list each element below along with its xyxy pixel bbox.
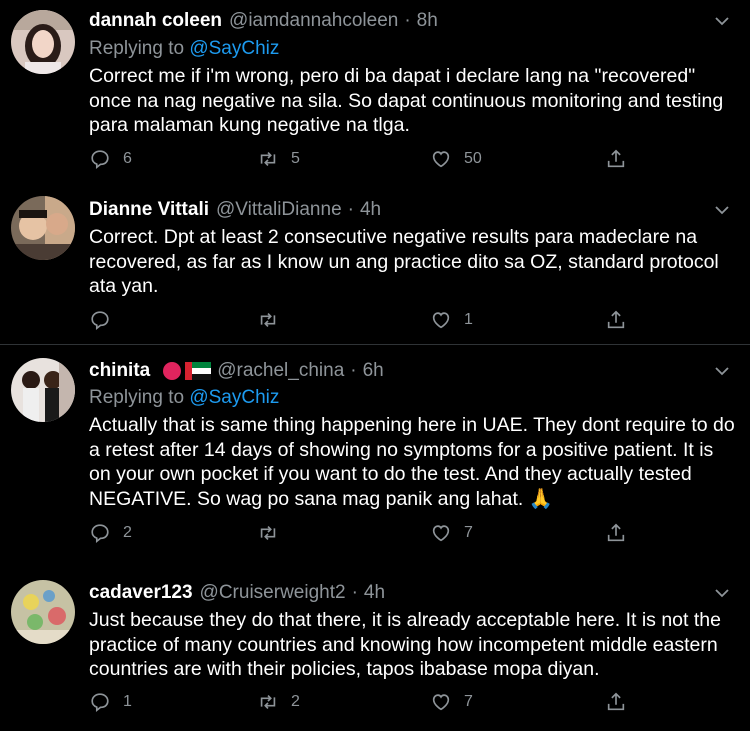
like-count: 7 <box>464 524 473 541</box>
retweet-count: 2 <box>291 693 300 710</box>
like-button[interactable]: 7 <box>430 522 473 544</box>
reply-button[interactable]: 2 <box>89 522 132 544</box>
share-button[interactable] <box>605 309 627 331</box>
retweet-icon <box>260 312 276 328</box>
like-count: 1 <box>464 311 473 328</box>
tweet-text: Correct. Dpt at least 2 consecutive nega… <box>89 226 719 297</box>
heart-icon <box>432 312 450 329</box>
reply-icon <box>91 311 109 330</box>
avatar-image <box>11 358 75 422</box>
author-handle[interactable]: @Cruiserweight2 <box>200 581 346 605</box>
heart-icon <box>432 525 450 542</box>
avatar[interactable] <box>11 358 75 422</box>
like-button[interactable]: 1 <box>430 309 473 331</box>
like-button[interactable]: 7 <box>430 691 473 713</box>
tweet-text: Just because they do that there, it is a… <box>89 609 721 680</box>
author-name[interactable]: Dianne Vittali <box>89 198 209 222</box>
avatar-image <box>11 196 75 260</box>
red-circle-icon <box>163 362 182 380</box>
retweet-icon <box>260 525 276 541</box>
author-name[interactable]: cadaver123 <box>89 581 193 605</box>
retweet-button[interactable] <box>257 309 291 331</box>
replying-to: Replying to @SayChiz <box>89 37 279 61</box>
reply-count: 1 <box>123 693 132 710</box>
avatar[interactable] <box>11 580 75 644</box>
chevron-down-icon[interactable] <box>714 365 730 377</box>
timestamp[interactable]: 4h <box>360 198 381 222</box>
avatar[interactable] <box>11 10 75 74</box>
reply-count: 2 <box>123 524 132 541</box>
author-handle[interactable]: @rachel_china <box>217 359 344 383</box>
tweet-1[interactable]: dannah coleen @iamdannahcoleen · 8h Repl… <box>0 0 750 185</box>
share-icon <box>607 523 625 542</box>
author-handle[interactable]: @iamdannahcoleen <box>229 9 398 33</box>
tweet-3[interactable]: chinita @rachel_china · 6h Replying to @… <box>0 346 750 570</box>
author-name[interactable]: chinita <box>89 359 150 383</box>
like-count: 50 <box>464 150 482 167</box>
share-button[interactable] <box>605 691 627 713</box>
action-bar: 1 2 7 <box>89 691 649 717</box>
tweet-text: Actually that is same thing happening he… <box>89 414 735 510</box>
like-count: 7 <box>464 693 473 710</box>
retweet-button[interactable]: 2 <box>257 691 300 713</box>
share-icon <box>607 310 625 329</box>
timestamp[interactable]: 8h <box>417 9 438 33</box>
retweet-icon <box>260 694 276 710</box>
reply-button[interactable] <box>89 309 123 331</box>
mention-link[interactable]: @SayChiz <box>189 387 279 408</box>
like-button[interactable]: 50 <box>430 148 482 170</box>
uae-flag-icon <box>185 362 212 380</box>
replying-to: Replying to @SayChiz <box>89 386 279 410</box>
reply-button[interactable]: 1 <box>89 691 132 713</box>
reply-count: 6 <box>123 150 132 167</box>
timestamp[interactable]: 6h <box>363 359 384 383</box>
avatar-image <box>11 10 75 74</box>
chevron-down-icon[interactable] <box>714 587 730 599</box>
share-icon <box>607 692 625 711</box>
author-name[interactable]: dannah coleen <box>89 9 222 33</box>
replying-to-label: Replying to <box>89 38 185 59</box>
reply-button[interactable]: 6 <box>89 148 132 170</box>
author-handle[interactable]: @VittaliDianne <box>216 198 342 222</box>
heart-icon <box>432 151 450 168</box>
share-button[interactable] <box>605 522 627 544</box>
separator: · <box>404 10 411 31</box>
separator: · <box>347 199 354 220</box>
avatar-image <box>11 580 75 644</box>
reply-icon <box>91 524 109 543</box>
chevron-down-icon[interactable] <box>714 204 730 216</box>
reply-icon <box>91 150 109 169</box>
avatar[interactable] <box>11 196 75 260</box>
separator: · <box>351 582 358 603</box>
retweet-button[interactable]: 5 <box>257 148 300 170</box>
reply-icon <box>91 693 109 712</box>
chevron-down-icon[interactable] <box>714 15 730 27</box>
tweet-4[interactable]: cadaver123 @Cruiserweight2 · 4h Just bec… <box>0 570 750 731</box>
action-bar: 2 7 <box>89 522 649 548</box>
action-bar: 6 5 50 <box>89 148 649 174</box>
replying-to-label: Replying to <box>89 387 185 408</box>
tweet-2[interactable]: Dianne Vittali @VittaliDianne · 4h Corre… <box>0 185 750 345</box>
tweet-text: Correct me if i'm wrong, pero di ba dapa… <box>89 65 724 136</box>
retweet-icon <box>260 151 276 167</box>
share-button[interactable] <box>605 148 627 170</box>
share-icon <box>607 149 625 168</box>
action-bar: 1 <box>89 309 649 335</box>
separator: · <box>350 360 357 381</box>
heart-icon <box>432 694 450 711</box>
retweet-button[interactable] <box>257 522 291 544</box>
timestamp[interactable]: 4h <box>364 581 385 605</box>
mention-link[interactable]: @SayChiz <box>189 38 279 59</box>
retweet-count: 5 <box>291 150 300 167</box>
